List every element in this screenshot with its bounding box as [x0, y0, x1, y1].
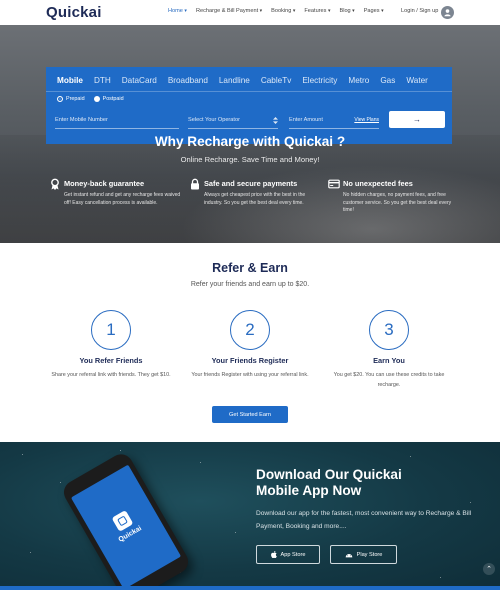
- tab-electricity[interactable]: Electricity: [302, 76, 337, 85]
- star-dot: [22, 454, 23, 455]
- refer-title: Refer & Earn: [212, 261, 288, 275]
- radio-checked-icon: [57, 96, 63, 102]
- chevron-down-icon: ▾: [259, 8, 263, 14]
- chevron-down-icon: ▾: [381, 8, 384, 14]
- refer-step: 3 Earn You You get $20. You can use thes…: [319, 310, 459, 390]
- android-icon: [345, 553, 352, 557]
- star-dot: [410, 456, 411, 457]
- operator-select[interactable]: Select Your Operator: [188, 112, 278, 129]
- tab-cabletv[interactable]: CableTv: [261, 76, 292, 85]
- step-description: Your friends Register with using your re…: [191, 372, 309, 378]
- tab-metro[interactable]: Metro: [348, 76, 369, 85]
- step-title: Earn You: [373, 356, 405, 365]
- star-dot: [60, 482, 61, 483]
- arrow-right-icon: →: [413, 115, 421, 124]
- tab-water[interactable]: Water: [406, 76, 428, 85]
- radio-postpaid[interactable]: Postpaid: [93, 96, 124, 102]
- nav-item-features[interactable]: Features ▾: [304, 8, 330, 14]
- get-started-earn-button[interactable]: Get Started Earn: [212, 406, 288, 423]
- refer-step: 1 You Refer Friends Share your referral …: [41, 310, 181, 380]
- recharge-panel: Mobile DTH DataCard Broadband Landline C…: [46, 67, 452, 144]
- nav-item-recharge[interactable]: Recharge & Bill Payment ▾: [196, 8, 262, 14]
- radio-prepaid[interactable]: Prepaid: [57, 96, 85, 102]
- app-title: Download Our Quickai Mobile App Now: [256, 467, 402, 498]
- tab-mobile[interactable]: Mobile: [57, 76, 83, 85]
- footer-edge: [0, 586, 500, 590]
- apple-icon: [270, 551, 277, 558]
- tab-gas[interactable]: Gas: [380, 76, 395, 85]
- radio-unchecked-icon: [93, 96, 100, 102]
- refer-subtitle: Refer your friends and earn up to $20.: [190, 281, 310, 288]
- hero-section: Mobile DTH DataCard Broadband Landline C…: [0, 25, 500, 243]
- star-dot: [235, 532, 236, 533]
- view-plans-link[interactable]: View Plans: [354, 117, 379, 123]
- star-dot: [440, 577, 441, 578]
- star-dot: [120, 450, 121, 451]
- continue-button[interactable]: →: [389, 111, 445, 128]
- app-description: Download our app for the fastest, most c…: [256, 510, 472, 530]
- step-description: Share your referral link with friends. T…: [51, 372, 171, 378]
- tab-landline[interactable]: Landline: [219, 76, 250, 85]
- step-title: Your Friends Register: [211, 356, 289, 365]
- logo[interactable]: Quickai: [46, 4, 102, 21]
- lock-icon: [191, 178, 199, 190]
- chevron-up-icon: ⌃: [486, 566, 492, 573]
- tab-divider: [46, 91, 452, 92]
- nav-item-home[interactable]: Home ▾: [168, 8, 187, 14]
- scroll-to-top-button[interactable]: ⌃: [483, 563, 495, 575]
- tab-datacard[interactable]: DataCard: [122, 76, 157, 85]
- step-number-badge: 1: [91, 310, 131, 350]
- refer-step: 2 Your Friends Register Your friends Reg…: [180, 310, 320, 380]
- step-title: You Refer Friends: [79, 356, 143, 365]
- why-title: Why Recharge with Quickai ?: [154, 134, 346, 149]
- nav-item-blog[interactable]: Blog ▾: [339, 8, 354, 14]
- nav-item-booking[interactable]: Booking ▾: [271, 8, 295, 14]
- login-signup-link[interactable]: Login / Sign up: [401, 8, 438, 14]
- tab-broadband[interactable]: Broadband: [168, 76, 208, 85]
- amount-input[interactable]: Enter Amount View Plans: [289, 112, 379, 129]
- tab-dth[interactable]: DTH: [94, 76, 111, 85]
- chevron-down-icon: ▾: [327, 8, 331, 14]
- sort-arrows-icon: [273, 116, 278, 124]
- chevron-down-icon: ▾: [184, 8, 187, 14]
- mobile-number-input[interactable]: Enter Mobile Number: [55, 112, 179, 129]
- credit-card-icon: [328, 179, 340, 189]
- why-subtitle: Online Recharge. Save Time and Money!: [180, 155, 320, 164]
- step-description: You get $20. You can use these credits t…: [333, 372, 445, 388]
- app-store-button[interactable]: App Store: [256, 545, 320, 564]
- app-logo-icon: [111, 510, 134, 532]
- step-number-badge: 3: [369, 310, 409, 350]
- phone-mockup: Quickai: [59, 449, 193, 590]
- star-dot: [200, 462, 201, 463]
- main-nav: Home ▾ Recharge & Bill Payment ▾ Booking ▾ …: [168, 8, 393, 14]
- step-number-badge: 2: [230, 310, 270, 350]
- plan-type-radios: Prepaid Postpaid: [57, 96, 133, 102]
- app-download-section: Quickai Download Our Quickai Mobile App …: [0, 442, 500, 590]
- user-icon[interactable]: [441, 6, 454, 19]
- play-store-button[interactable]: Play Store: [330, 545, 397, 564]
- chevron-down-icon: ▾: [352, 8, 355, 14]
- star-dot: [30, 552, 31, 553]
- award-icon: [51, 178, 59, 190]
- star-dot: [470, 502, 471, 503]
- service-tabs: Mobile DTH DataCard Broadband Landline C…: [57, 76, 439, 85]
- nav-item-pages[interactable]: Pages ▾: [364, 8, 384, 14]
- header: Quickai Home ▾ Recharge & Bill Payment ▾ B…: [0, 0, 500, 25]
- chevron-down-icon: ▾: [292, 8, 296, 14]
- phone-screen: Quickai: [70, 464, 182, 590]
